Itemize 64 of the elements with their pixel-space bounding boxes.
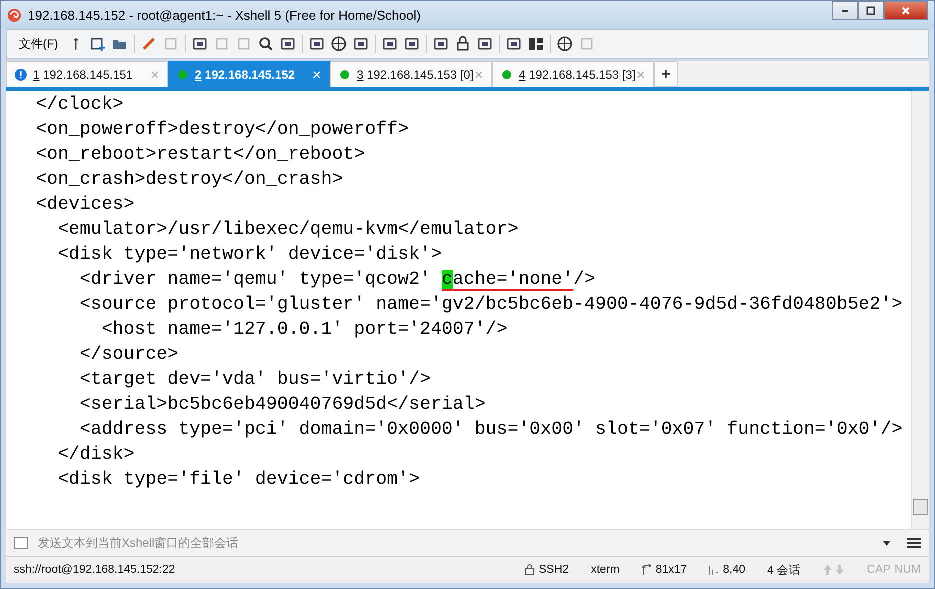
terminal-text: /> bbox=[574, 270, 596, 290]
swirl-logo-icon bbox=[7, 8, 22, 22]
status-dot-icon bbox=[501, 68, 513, 80]
send-text-bar[interactable]: 发送文本到当前Xshell窗口的全部会话 bbox=[6, 529, 929, 556]
cursor-position-icon bbox=[709, 564, 720, 576]
terminal-text: <disk type='network' device='disk'> bbox=[56, 245, 442, 265]
search-icon[interactable] bbox=[258, 36, 274, 52]
new-session-icon[interactable] bbox=[90, 36, 106, 52]
terminal-text: <devices> bbox=[36, 195, 135, 215]
terminal-text: <on_reboot>restart</on_reboot> bbox=[36, 145, 366, 165]
terminal-type: xterm bbox=[591, 564, 620, 576]
layout-icon[interactable] bbox=[528, 36, 544, 52]
globe-icon[interactable] bbox=[331, 36, 348, 52]
plus-icon bbox=[661, 69, 671, 79]
terminal-text: <serial>bc5bc6eb490040769d5d</serial> bbox=[78, 395, 486, 415]
lock-icon bbox=[525, 564, 536, 576]
menu-icon[interactable] bbox=[907, 537, 921, 549]
caps-lock-indicator: CAP bbox=[867, 564, 891, 576]
minimize-icon bbox=[842, 10, 848, 12]
connection-address: ssh://root@192.168.145.152:22 bbox=[14, 564, 176, 576]
terminal-text: <target dev='vda' bus='virtio'/> bbox=[78, 370, 431, 390]
session-tab[interactable]: 1 192.168.145.151 bbox=[6, 61, 168, 87]
maximize-button[interactable] bbox=[858, 1, 884, 20]
minimize-button[interactable] bbox=[832, 1, 858, 20]
status-dot-icon bbox=[339, 68, 351, 80]
window-title: 192.168.145.152 - root@agent1:~ - Xshell 5 (Free for Home/School) bbox=[28, 8, 421, 22]
terminal-text: <source protocol='gluster' name='gv2/bc5bc6eb-4900-4076-9d5d-36fd0480b5e2'> bbox=[78, 295, 903, 315]
terminal-text: <emulator>/usr/libexec/qemu-kvm</emulator> bbox=[56, 220, 519, 240]
help-icon[interactable] bbox=[557, 36, 574, 52]
scrollbar[interactable] bbox=[911, 91, 929, 529]
terminal-text: <host name='127.0.0.1' port='24007'/> bbox=[100, 320, 508, 340]
dropdown-caret-icon[interactable] bbox=[883, 540, 891, 546]
maximize-icon bbox=[866, 6, 876, 16]
close-button[interactable] bbox=[884, 1, 928, 20]
session-count: 4 会话 bbox=[768, 564, 802, 578]
up-down-arrows-icon bbox=[823, 564, 846, 576]
connect-icon[interactable] bbox=[141, 36, 158, 52]
terminal-size: 81x17 bbox=[656, 564, 688, 576]
terminal-text: </source> bbox=[78, 345, 179, 365]
status-dot-icon bbox=[177, 68, 189, 80]
protocol-label: SSH2 bbox=[539, 564, 570, 576]
close-icon bbox=[901, 6, 911, 16]
scroll-thumb[interactable] bbox=[913, 499, 928, 515]
terminal-text: <address type='pci' domain='0x0000' bus='0x00' slot='0x07' function='0x0'/> bbox=[78, 420, 903, 440]
terminal-text: <on_crash>destroy</on_crash> bbox=[36, 170, 344, 190]
terminal-text: <driver name='qemu' type='qcow2' bbox=[78, 270, 432, 290]
num-lock-indicator: NUM bbox=[894, 564, 921, 576]
send-text-field[interactable]: 发送文本到当前Xshell窗口的全部会话 bbox=[36, 535, 875, 551]
file-menu[interactable]: 文件(F) bbox=[15, 36, 62, 52]
session-tab[interactable]: 4 192.168.145.153 [3] bbox=[492, 61, 654, 87]
terminal-text: <on_poweroff>destroy</on_poweroff> bbox=[36, 120, 409, 140]
cursor-position: 8,40 bbox=[723, 564, 746, 576]
terminal-text: </disk> bbox=[56, 445, 135, 465]
window-icon bbox=[14, 537, 28, 549]
terminal-text: <disk type='file' device='cdrom'> bbox=[56, 470, 420, 490]
session-tab[interactable]: 3 192.168.145.153 [0] bbox=[330, 61, 492, 87]
lock-icon[interactable] bbox=[455, 36, 472, 52]
terminal-cursor: c bbox=[442, 270, 453, 290]
session-tab[interactable]: 2 192.168.145.152 bbox=[168, 61, 330, 87]
resize-arrows-icon bbox=[642, 564, 652, 576]
add-tab-button[interactable] bbox=[654, 61, 678, 87]
info-icon bbox=[15, 68, 27, 80]
terminal-text: </clock> bbox=[36, 95, 124, 115]
terminal-text: ache='none' bbox=[452, 270, 574, 290]
